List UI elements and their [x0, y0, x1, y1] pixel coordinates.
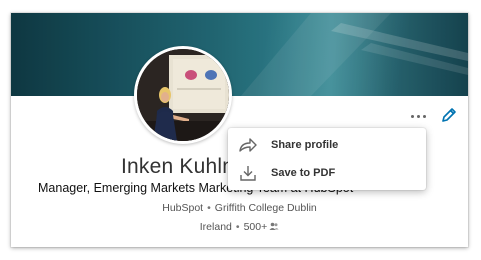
- menu-item-label: Share profile: [271, 139, 339, 151]
- menu-item-save-pdf[interactable]: Save to PDF: [228, 159, 426, 187]
- menu-item-share-profile[interactable]: Share profile: [228, 131, 426, 159]
- connections-icon: [269, 222, 279, 234]
- separator: •: [207, 202, 211, 214]
- profile-photo[interactable]: [134, 46, 232, 144]
- more-actions-menu: Share profile Save to PDF: [228, 128, 426, 190]
- more-dot: [416, 114, 420, 118]
- company-link[interactable]: HubSpot: [162, 202, 203, 214]
- menu-item-label: Save to PDF: [271, 167, 336, 179]
- pencil-icon: [442, 108, 456, 122]
- more-dot: [422, 114, 426, 118]
- location-text: Ireland: [199, 221, 232, 233]
- connections-count[interactable]: 500+: [244, 221, 268, 233]
- edit-profile-button[interactable]: [439, 105, 459, 125]
- download-icon: [238, 163, 258, 183]
- profile-banner: [11, 13, 468, 96]
- more-actions-button[interactable]: [407, 109, 429, 123]
- more-dot: [410, 114, 414, 118]
- separator: •: [235, 221, 240, 233]
- school-link[interactable]: Griffith College Dublin: [215, 202, 317, 214]
- profile-card: Inken Kuhlmann Manager, Emerging Markets…: [11, 13, 468, 247]
- profile-meta-row: HubSpot • Griffith College Dublin: [11, 202, 468, 214]
- share-arrow-icon: [238, 135, 258, 155]
- profile-location-row: Ireland • 500+: [11, 221, 468, 234]
